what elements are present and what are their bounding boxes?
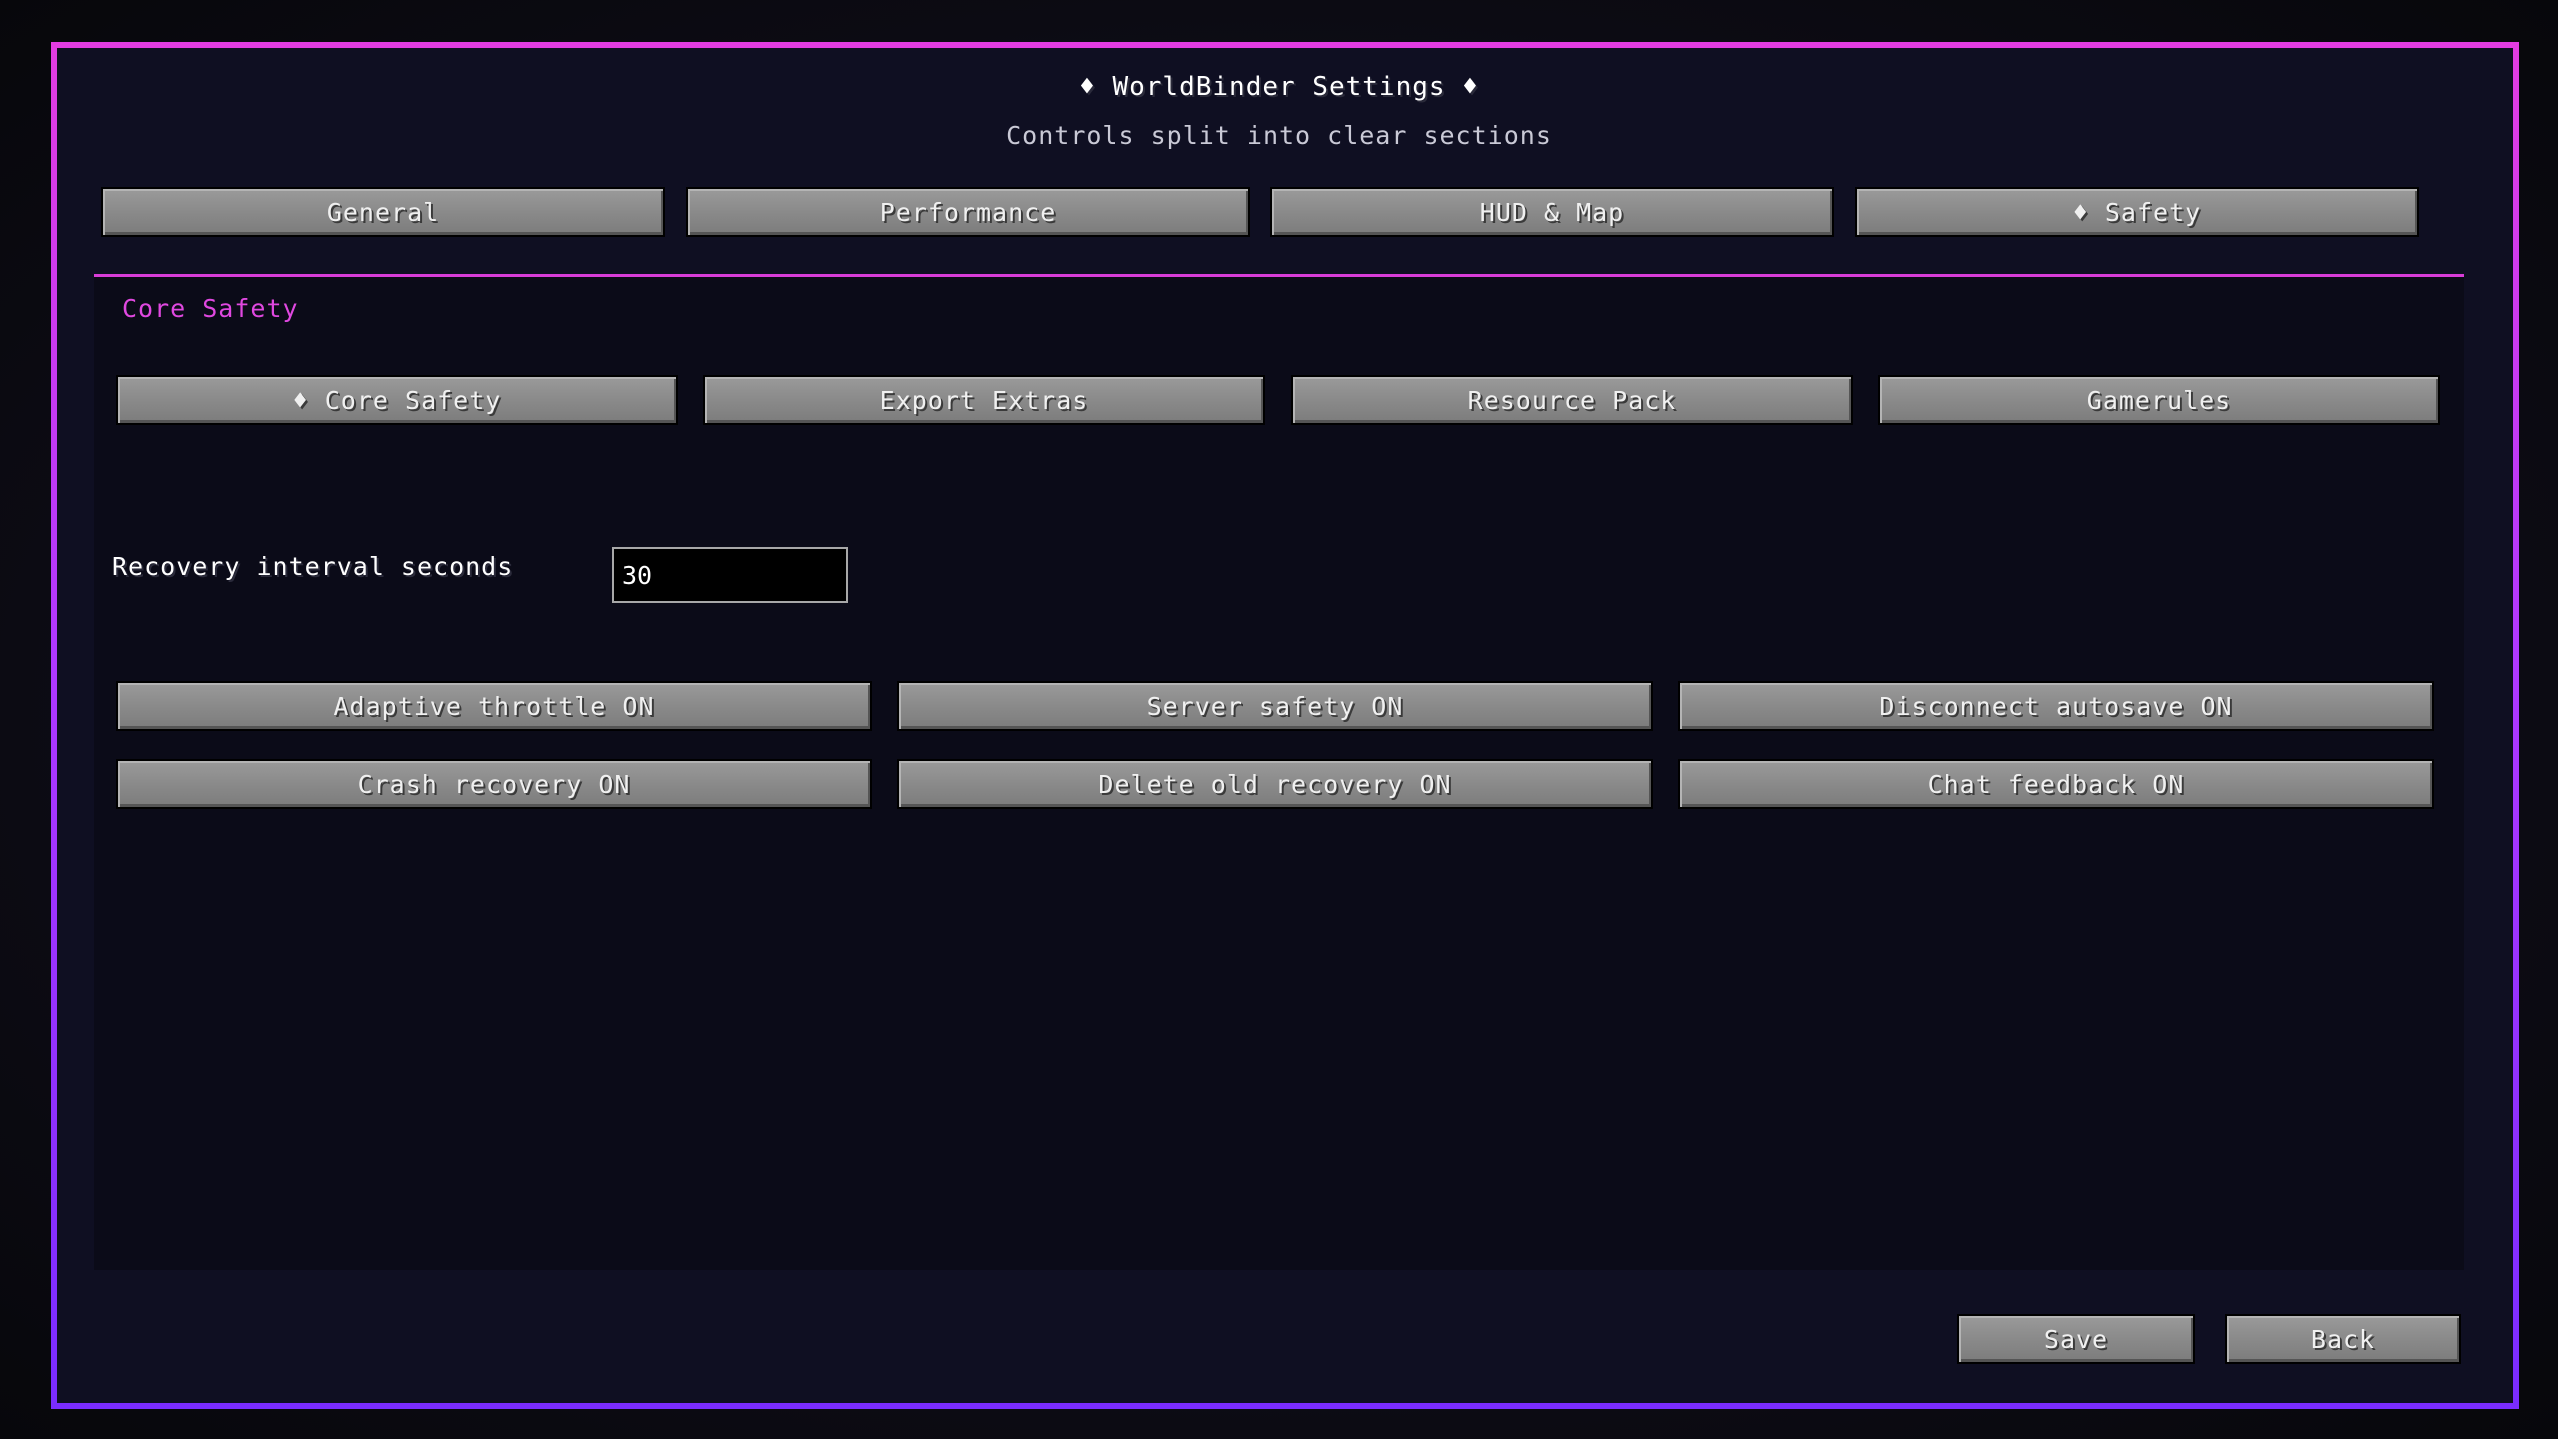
screen-backdrop: ♦ WorldBinder Settings ♦ Controls split … <box>0 0 2558 1439</box>
crash-recovery-toggle[interactable]: Crash recovery ON <box>116 759 872 809</box>
delete-old-recovery-toggle[interactable]: Delete old recovery ON <box>897 759 1653 809</box>
back-button[interactable]: Back <box>2225 1314 2461 1364</box>
subtab-export-extras[interactable]: Export Extras <box>703 375 1265 425</box>
recovery-interval-label: Recovery interval seconds <box>112 552 514 581</box>
section-divider <box>94 274 2464 277</box>
save-button[interactable]: Save <box>1957 1314 2195 1364</box>
subtab-gamerules[interactable]: Gamerules <box>1878 375 2440 425</box>
window-title: ♦ WorldBinder Settings ♦ <box>1079 72 1479 102</box>
tab-performance[interactable]: Performance <box>686 187 1250 237</box>
subtab-core-safety[interactable]: ♦ Core Safety <box>116 375 678 425</box>
disconnect-autosave-toggle[interactable]: Disconnect autosave ON <box>1678 681 2434 731</box>
adaptive-throttle-toggle[interactable]: Adaptive throttle ON <box>116 681 872 731</box>
server-safety-toggle[interactable]: Server safety ON <box>897 681 1653 731</box>
chat-feedback-toggle[interactable]: Chat feedback ON <box>1678 759 2434 809</box>
recovery-interval-input[interactable] <box>612 547 848 603</box>
subtab-resource-pack[interactable]: Resource Pack <box>1291 375 1853 425</box>
section-label: Core Safety <box>122 294 299 323</box>
tab-safety[interactable]: ♦ Safety <box>1855 187 2419 237</box>
tab-hud-map[interactable]: HUD & Map <box>1270 187 1834 237</box>
window-subtitle: Controls split into clear sections <box>1006 121 1552 150</box>
tab-general[interactable]: General <box>101 187 665 237</box>
